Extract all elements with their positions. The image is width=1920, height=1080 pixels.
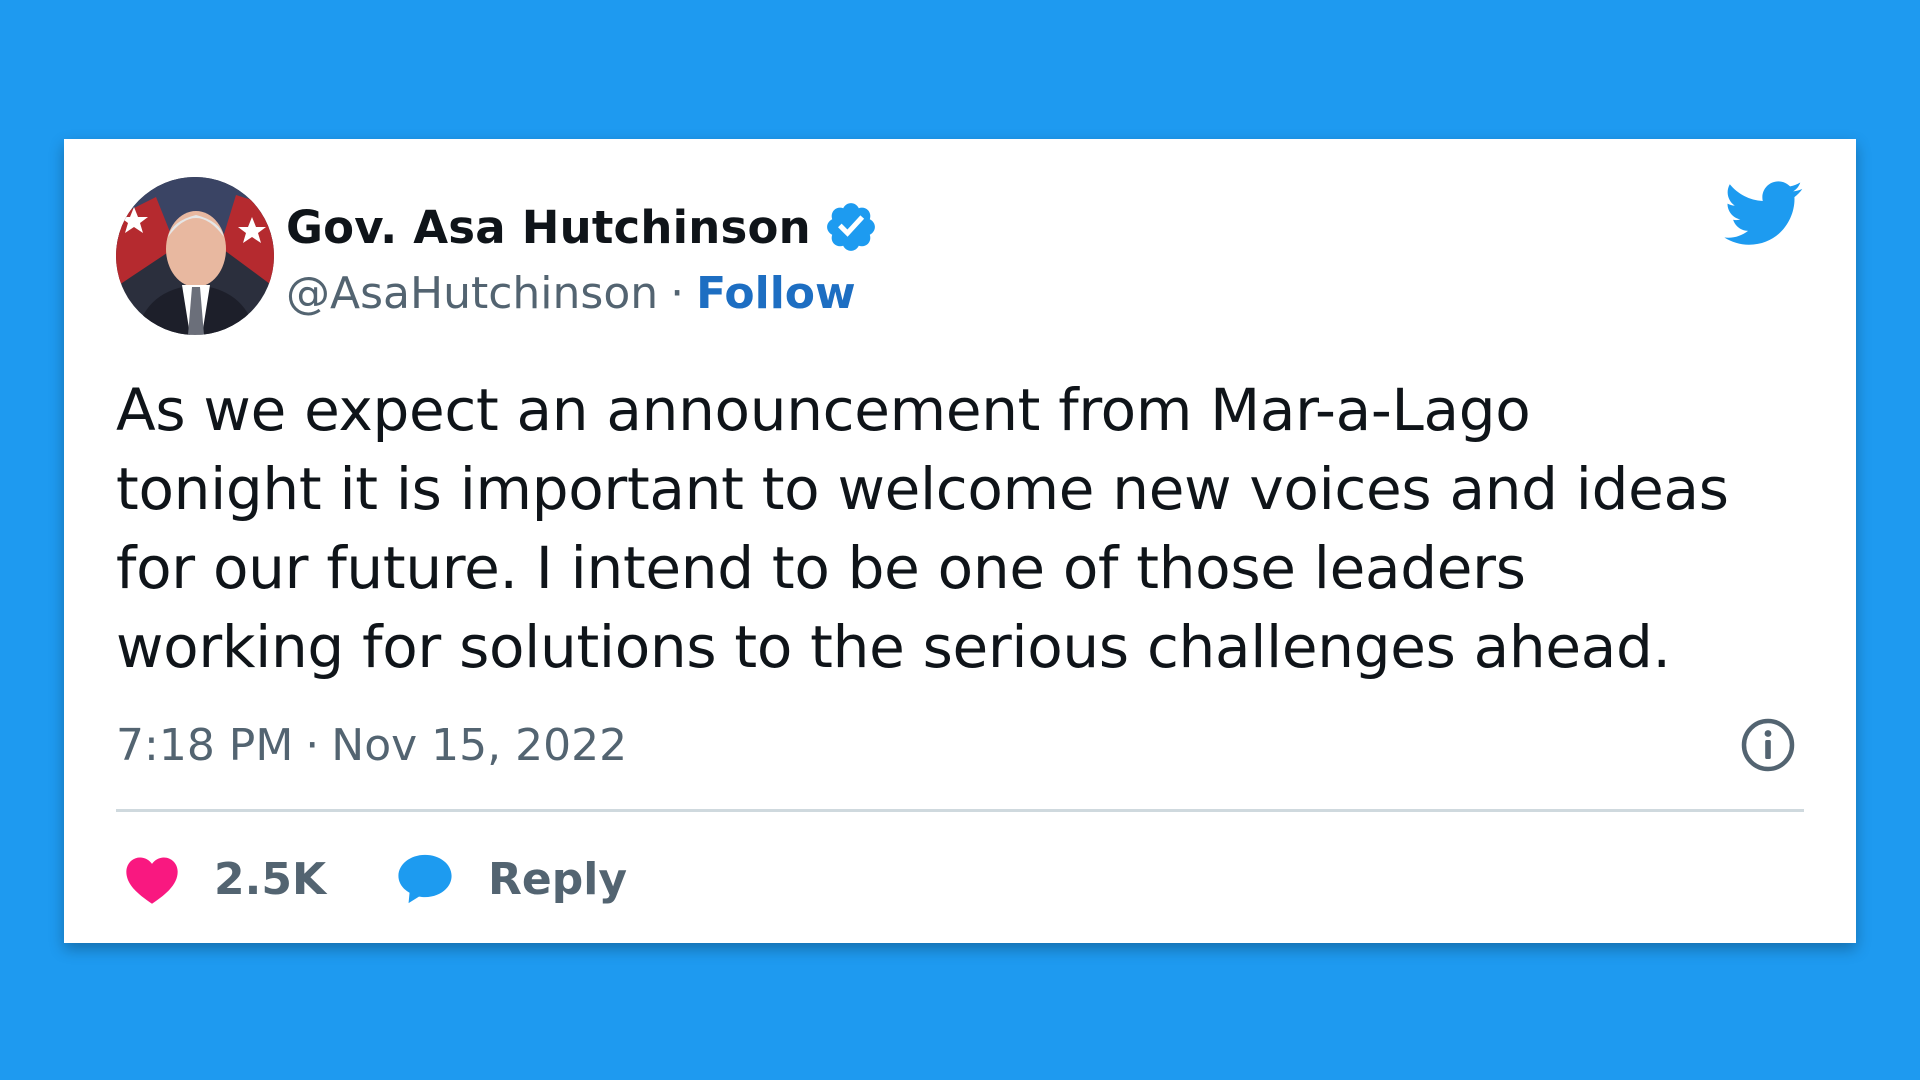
handle-separator: · (670, 267, 685, 319)
avatar[interactable] (116, 177, 274, 335)
reply-bubble-icon (396, 852, 454, 906)
twitter-bird-icon[interactable] (1724, 181, 1804, 247)
like-count: 2.5K (214, 853, 327, 905)
tweet-actions: 2.5K Reply (124, 839, 697, 919)
tweet-card: Gov. Asa Hutchinson @AsaHutchinson · Fol… (64, 139, 1856, 943)
timestamp-separator: · (305, 719, 320, 771)
heart-icon (124, 853, 180, 905)
tweet-date: Nov 15, 2022 (331, 719, 628, 771)
author-display-name[interactable]: Gov. Asa Hutchinson (286, 201, 811, 254)
verified-badge-icon (823, 199, 879, 255)
tweet-timestamp[interactable]: 7:18 PM · Nov 15, 2022 (116, 714, 627, 776)
tweet-text: As we expect an announcement from Mar-a-… (116, 376, 1729, 681)
like-button[interactable]: 2.5K (124, 853, 326, 905)
follow-button[interactable]: Follow (696, 268, 856, 319)
reply-label: Reply (488, 853, 628, 905)
author-handle-row: @AsaHutchinson · Follow (286, 263, 856, 323)
author-handle[interactable]: @AsaHutchinson (286, 268, 658, 319)
reply-button[interactable]: Reply (396, 852, 627, 906)
divider (116, 809, 1804, 812)
avatar-photo (116, 177, 274, 335)
info-icon[interactable] (1740, 717, 1796, 773)
author-name-row: Gov. Asa Hutchinson (286, 197, 879, 257)
tweet-time: 7:18 PM (116, 719, 294, 771)
